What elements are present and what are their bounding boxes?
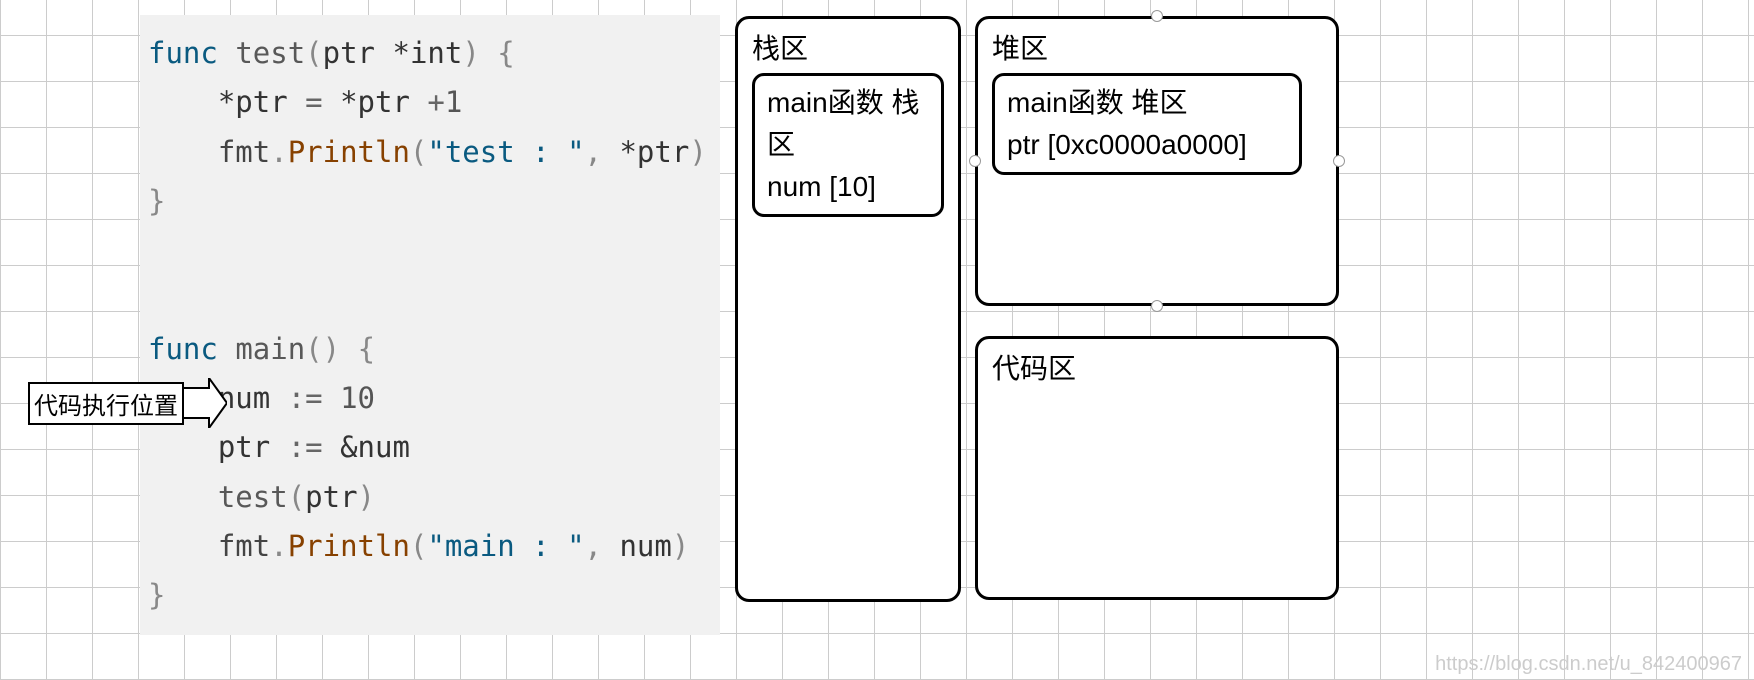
- code-area-panel: 代码区: [975, 336, 1339, 600]
- selection-handle-icon[interactable]: [969, 155, 981, 167]
- arrow-head-icon: [183, 378, 227, 428]
- stack-panel: 栈区 main函数 栈区 num [10]: [735, 16, 961, 602]
- stack-main-box: main函数 栈区 num [10]: [752, 73, 944, 217]
- code-area-title: 代码区: [992, 347, 1322, 387]
- heap-box-line1: main函数 堆区: [1007, 82, 1287, 124]
- selection-handle-icon[interactable]: [1151, 10, 1163, 22]
- stack-box-line2: num [10]: [767, 166, 929, 208]
- stack-panel-title: 栈区: [752, 27, 944, 67]
- code-block: func test(ptr *int) { *ptr = *ptr +1 fmt…: [140, 15, 720, 635]
- watermark: https://blog.csdn.net/u_842400967: [1435, 653, 1742, 676]
- execution-pointer-arrow: 代码执行位置: [28, 378, 227, 428]
- heap-main-box: main函数 堆区 ptr [0xc0000a0000]: [992, 73, 1302, 175]
- selection-handle-icon[interactable]: [1333, 155, 1345, 167]
- selection-handle-icon[interactable]: [1151, 300, 1163, 312]
- code-content: func test(ptr *int) { *ptr = *ptr +1 fmt…: [148, 29, 712, 621]
- stack-box-line1: main函数 栈区: [767, 82, 929, 166]
- heap-panel-title: 堆区: [992, 27, 1322, 67]
- arrow-label: 代码执行位置: [28, 382, 184, 425]
- heap-panel[interactable]: 堆区 main函数 堆区 ptr [0xc0000a0000]: [975, 16, 1339, 306]
- heap-box-line2: ptr [0xc0000a0000]: [1007, 124, 1287, 166]
